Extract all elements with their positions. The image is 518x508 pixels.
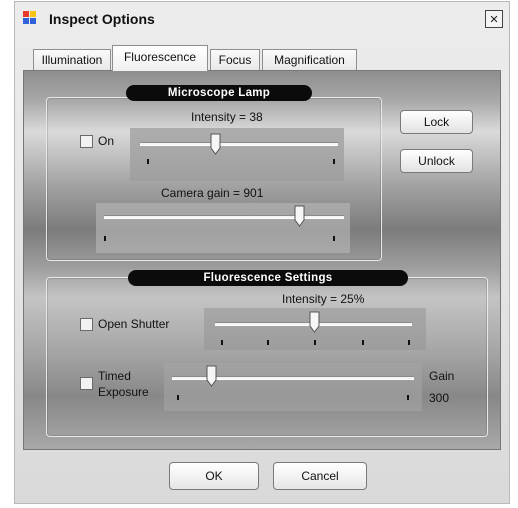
slider-tick xyxy=(177,395,179,400)
slider-tick xyxy=(408,340,410,345)
fluorescence-settings-title: Fluorescence Settings xyxy=(128,270,408,286)
fluorescence-intensity-thumb[interactable] xyxy=(309,311,320,333)
close-button[interactable]: × xyxy=(485,10,503,28)
slider-tick xyxy=(314,340,316,345)
title-bar[interactable]: Inspect Options × xyxy=(15,2,509,34)
camera-gain-thumb[interactable] xyxy=(294,205,305,227)
slider-tick xyxy=(221,340,223,345)
slider-tick xyxy=(362,340,364,345)
tab-fluorescence[interactable]: Fluorescence xyxy=(112,45,208,71)
camera-gain-track xyxy=(104,215,344,219)
timed-exposure-checkbox[interactable] xyxy=(80,377,93,390)
fluorescence-settings-group xyxy=(46,277,488,437)
microscope-lamp-title: Microscope Lamp xyxy=(126,85,312,101)
tab-illumination[interactable]: Illumination xyxy=(33,49,111,70)
ok-button[interactable]: OK xyxy=(169,462,259,490)
app-icon xyxy=(23,11,37,25)
tab-magnification[interactable]: Magnification xyxy=(262,49,357,70)
tab-focus[interactable]: Focus xyxy=(210,49,260,70)
slider-tick xyxy=(407,395,409,400)
slider-tick xyxy=(333,159,335,164)
camera-gain-label: Camera gain = 901 xyxy=(161,186,264,200)
slider-tick xyxy=(333,236,335,241)
lamp-on-label: On xyxy=(98,134,115,148)
slider-tick xyxy=(147,159,149,164)
open-shutter-label: Open Shutter xyxy=(98,317,170,331)
slider-tick xyxy=(104,236,106,241)
open-shutter-checkbox[interactable] xyxy=(80,318,93,331)
timed-exposure-label-line2: Exposure xyxy=(98,385,149,399)
camera-gain-slider[interactable] xyxy=(96,203,350,253)
unlock-button[interactable]: Unlock xyxy=(400,149,473,173)
lock-button[interactable]: Lock xyxy=(400,110,473,134)
lamp-intensity-label: Intensity = 38 xyxy=(191,110,263,124)
gain-value: 300 xyxy=(429,391,450,405)
cancel-button[interactable]: Cancel xyxy=(273,462,367,490)
lamp-intensity-slider[interactable] xyxy=(130,128,344,181)
gain-label: Gain xyxy=(429,369,455,383)
lamp-on-checkbox[interactable] xyxy=(80,135,93,148)
lamp-intensity-thumb[interactable] xyxy=(210,133,221,155)
timed-exposure-label-line1: Timed xyxy=(98,369,131,383)
fluorescence-intensity-label: Intensity = 25% xyxy=(282,292,365,306)
fluorescence-tab-panel: Microscope Lamp Intensity = 38 On Camera… xyxy=(23,70,501,450)
lamp-intensity-track xyxy=(140,142,338,146)
timed-exposure-thumb[interactable] xyxy=(206,365,217,387)
slider-tick xyxy=(267,340,269,345)
window-title: Inspect Options xyxy=(49,11,155,27)
inspect-options-dialog: Inspect Options × Illumination Fluoresce… xyxy=(14,1,510,504)
timed-exposure-slider[interactable] xyxy=(164,363,422,411)
